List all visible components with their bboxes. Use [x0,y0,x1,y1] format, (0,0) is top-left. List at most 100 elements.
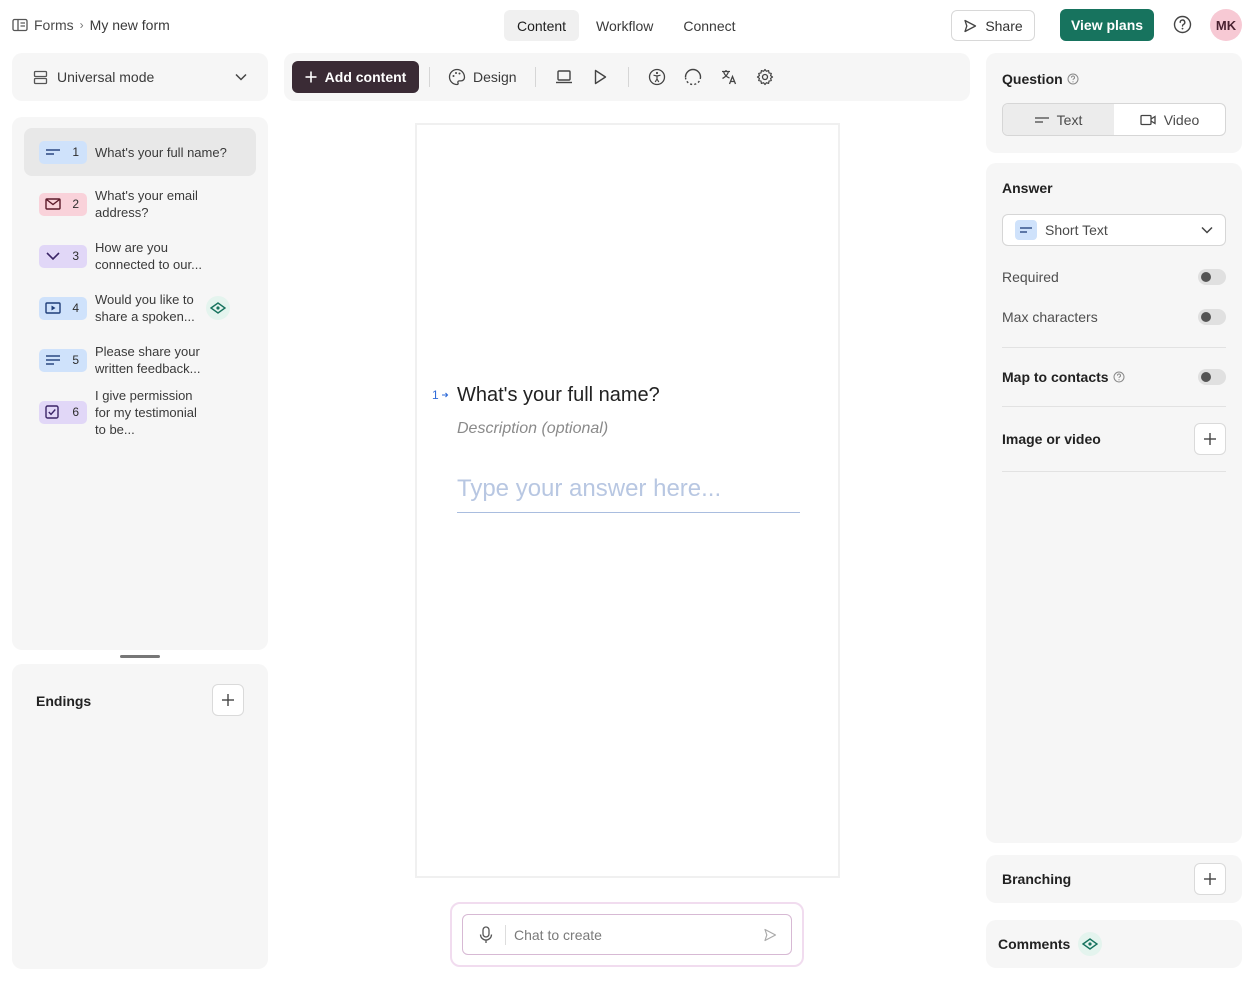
share-button[interactable]: Share [951,10,1035,41]
question-number-indicator: 1 [432,388,449,402]
map-contacts-row: Map to contacts [1002,369,1226,385]
breadcrumb-forms-link[interactable]: Forms [34,17,74,33]
short-text-icon [1034,116,1049,124]
endings-title: Endings [36,693,92,709]
question-item[interactable]: 6 I give permission for my testimonial t… [24,388,256,437]
breadcrumb-separator: › [79,18,84,32]
question-list: 1 What's your full name? 2 What's your e… [12,117,268,650]
design-label: Design [473,69,517,85]
add-content-label: Add content [324,69,407,85]
play-preview-icon[interactable] [582,61,618,93]
max-characters-toggle[interactable] [1198,309,1226,325]
answer-input[interactable]: Type your answer here... [457,475,800,513]
question-type-badge: 1 [39,140,87,164]
tab-workflow[interactable]: Workflow [583,10,666,41]
question-settings-panel: Question Text Video [986,53,1242,153]
checkbox-icon [45,405,59,419]
canvas-question-number: 1 [432,388,439,402]
toolbar-divider [627,67,629,87]
premium-diamond-icon [1078,932,1103,956]
send-icon[interactable] [763,928,777,942]
add-image-video-button[interactable] [1194,423,1226,455]
comments-panel[interactable]: Comments [986,920,1242,968]
question-type-text[interactable]: Text [1003,104,1114,135]
map-contacts-title: Map to contacts [1002,369,1125,385]
endings-panel: Endings [12,664,268,969]
max-characters-label: Max characters [1002,309,1098,325]
help-circle-icon[interactable] [1113,371,1125,383]
short-text-icon [45,147,61,157]
toolbar-divider [429,67,430,87]
desktop-preview-icon[interactable] [546,61,582,93]
comments-label: Comments [998,936,1071,952]
design-button[interactable]: Design [440,68,525,86]
toolbar-divider [534,67,536,87]
long-text-icon [45,354,61,366]
send-icon [963,19,977,33]
question-number: 5 [72,353,79,367]
question-type-badge: 5 [39,348,87,372]
question-number: 3 [72,249,79,263]
question-description[interactable]: Description (optional) [457,420,608,438]
accessibility-icon[interactable] [639,61,675,93]
settings-gear-icon[interactable] [747,61,783,93]
plus-icon [305,71,317,83]
answer-type-value: Short Text [1045,222,1108,238]
question-type-toggle: Text Video [1002,103,1226,136]
question-type-badge: 2 [39,192,87,216]
panel-resize-handle[interactable] [120,655,160,658]
question-text: Please share your written feedback... [95,344,201,376]
chat-divider [505,924,506,945]
tab-connect[interactable]: Connect [670,10,748,41]
map-contacts-label: Map to contacts [1002,369,1109,385]
question-number: 6 [72,405,79,419]
view-plans-button[interactable]: View plans [1060,9,1154,41]
section-divider [1002,347,1226,348]
chat-box: Chat to create [450,902,804,967]
question-text: What's your full name? [95,144,227,160]
question-item[interactable]: 2 What's your email address? [24,180,256,228]
plus-icon [221,693,235,707]
help-icon[interactable] [1173,15,1192,34]
question-item[interactable]: 4 Would you like to share a spoken... [24,284,256,332]
answer-settings-panel: Answer Short Text Required Max character… [986,163,1242,843]
add-branching-button[interactable] [1194,863,1226,895]
question-text: How are you connected to our... [95,240,202,272]
question-type-badge: 6 [39,400,87,424]
forms-icon[interactable] [12,18,28,32]
email-icon [45,198,61,210]
question-section-label: Question [1002,71,1063,87]
translate-icon[interactable] [711,61,747,93]
video-camera-icon [1140,114,1156,126]
add-ending-button[interactable] [212,684,244,716]
microphone-icon[interactable] [479,925,493,944]
question-item[interactable]: 5 Please share your written feedback... [24,336,256,384]
loading-progress-icon[interactable] [675,61,711,93]
branching-panel: Branching [986,855,1242,903]
editor-toolbar: Add content Design [284,53,970,101]
main-tabs: Content Workflow Connect [504,10,749,41]
question-type-badge: 4 [39,296,87,320]
add-content-button[interactable]: Add content [292,61,419,93]
section-divider [1002,471,1226,472]
question-number: 1 [72,145,79,159]
help-circle-icon[interactable] [1067,73,1079,85]
chat-input[interactable]: Chat to create [462,914,792,955]
question-number: 2 [72,197,79,211]
answer-type-select[interactable]: Short Text [1002,214,1226,246]
tab-content[interactable]: Content [504,10,580,41]
mode-selector[interactable]: Universal mode [12,53,268,101]
section-divider [1002,406,1226,407]
breadcrumb-current-form[interactable]: My new form [90,17,170,33]
question-item[interactable]: 3 How are you connected to our... [24,232,256,280]
map-contacts-toggle[interactable] [1198,369,1226,385]
required-toggle[interactable] [1198,269,1226,285]
breadcrumb: Forms › My new form [12,15,170,35]
branching-label: Branching [1002,871,1072,887]
avatar[interactable]: MK [1210,9,1242,41]
question-type-video[interactable]: Video [1114,104,1225,135]
question-item[interactable]: 1 What's your full name? [24,128,256,176]
answer-section-title: Answer [1002,180,1053,196]
question-title[interactable]: What's your full name? [457,384,660,407]
arrow-right-icon [441,391,449,399]
